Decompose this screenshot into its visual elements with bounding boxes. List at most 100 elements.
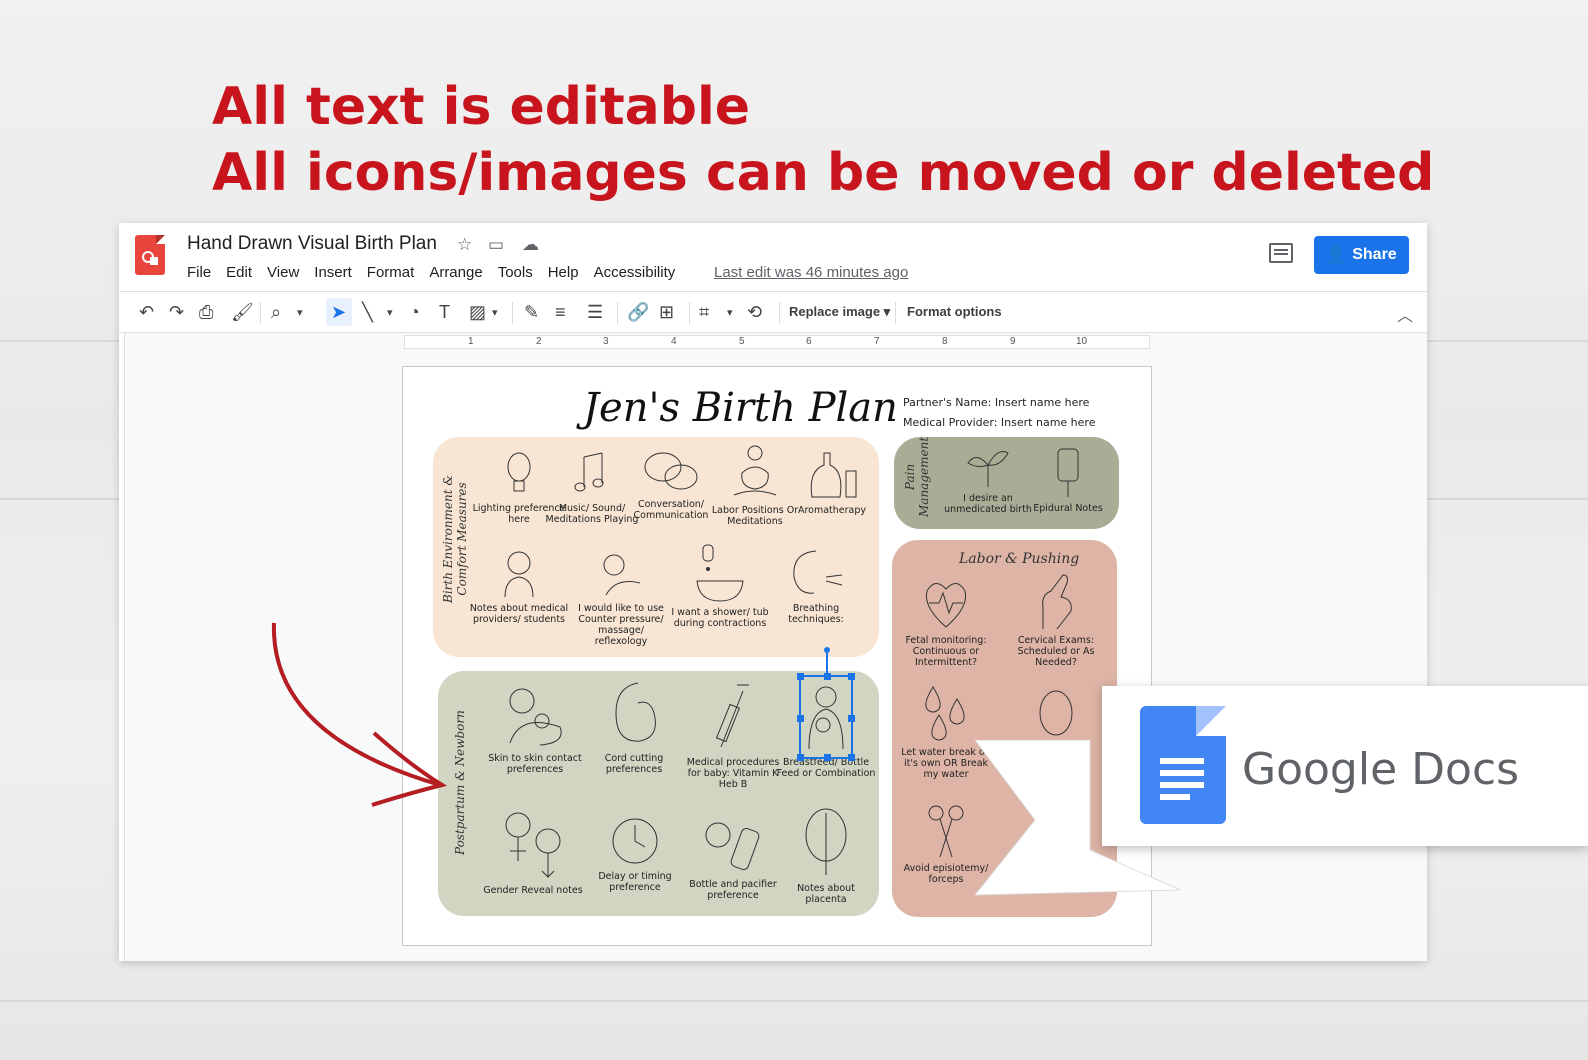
shape-tool-icon[interactable]: ◔ bbox=[409, 302, 420, 323]
select-arrow-icon[interactable]: ➤ bbox=[331, 302, 346, 323]
shower-tub-icon bbox=[696, 544, 744, 602]
link-icon[interactable]: 🔗 bbox=[627, 302, 649, 323]
person-icon: 👤 bbox=[1326, 247, 1347, 264]
text-box-icon[interactable]: T bbox=[439, 302, 450, 323]
toolbar: ↶ ↷ ⎙ 🖌 ⌕ ▾ ➤ ╲ ▾ ◔ T ▨ ▾ ✎ ≡ ☰ 🔗 ⊞ ⌗ ▾ … bbox=[119, 291, 1427, 333]
doc-title[interactable]: Hand Drawn Visual Birth Plan bbox=[187, 233, 437, 255]
redo-icon[interactable]: ↷ bbox=[169, 302, 184, 323]
toolbar-divider bbox=[779, 302, 780, 324]
crop-dropdown-icon[interactable]: ▾ bbox=[727, 306, 733, 319]
post-item-bottle-pacifier[interactable]: Bottle and pacifier preference bbox=[683, 813, 783, 901]
cloud-status-icon[interactable]: ☁ bbox=[522, 235, 539, 255]
line-tool-icon[interactable]: ╲ bbox=[362, 302, 373, 323]
zoom-dropdown-icon[interactable]: ▾ bbox=[297, 306, 303, 319]
medical-provider-text[interactable]: Medical Provider: Insert name here bbox=[903, 416, 1095, 429]
ruler-tick: 8 bbox=[942, 336, 948, 347]
env-item-counter-pressure[interactable]: I would like to use Counter pressure/ ma… bbox=[571, 547, 671, 647]
zoom-icon[interactable]: ⌕ bbox=[271, 302, 281, 323]
line-dropdown-icon[interactable]: ▾ bbox=[387, 306, 393, 319]
menu-insert[interactable]: Insert bbox=[314, 264, 352, 281]
labor-section-title[interactable]: Labor & Pushing bbox=[959, 551, 1079, 567]
env-item-breathing[interactable]: Breathing techniques: bbox=[766, 547, 866, 625]
env-item-aromatherapy[interactable]: Aromatherapy bbox=[782, 441, 882, 516]
background-grain bbox=[0, 1000, 1588, 1002]
pain-item-epidural[interactable]: Epidural Notes bbox=[1018, 447, 1118, 514]
post-item-cord-cutting[interactable]: Cord cutting preferences bbox=[584, 677, 684, 775]
resize-handle[interactable] bbox=[797, 715, 804, 722]
menu-file[interactable]: File bbox=[187, 264, 211, 281]
pain-section-label[interactable]: Pain Management bbox=[903, 437, 931, 517]
menu-accessibility[interactable]: Accessibility bbox=[594, 264, 676, 281]
ruler-tick: 2 bbox=[536, 336, 542, 347]
labor-item-cervical-exams[interactable]: Cervical Exams: Scheduled or As Needed? bbox=[1006, 571, 1106, 668]
last-edit-link[interactable]: Last edit was 46 minutes ago bbox=[714, 264, 908, 281]
toolbar-divider bbox=[689, 302, 690, 324]
border-weight-icon[interactable]: ≡ bbox=[555, 302, 566, 323]
border-dash-icon[interactable]: ☰ bbox=[587, 302, 603, 323]
format-options-button[interactable]: Format options bbox=[907, 304, 1002, 319]
env-item-medical-providers[interactable]: Notes about medical providers/ students bbox=[469, 547, 569, 625]
toolbar-divider bbox=[512, 302, 513, 324]
heart-monitor-icon bbox=[925, 583, 967, 628]
add-comment-icon[interactable]: ⊞ bbox=[659, 302, 674, 323]
item-label: Bottle and pacifier preference bbox=[689, 879, 777, 901]
post-item-delay-timing[interactable]: Delay or timing preference bbox=[585, 815, 685, 893]
slide-title[interactable]: Jen's Birth Plan bbox=[583, 385, 898, 431]
post-item-medical-procedures[interactable]: Medical procedures for baby: Vitamin K H… bbox=[683, 681, 783, 790]
menu-edit[interactable]: Edit bbox=[226, 264, 252, 281]
environment-section-label[interactable]: Birth Environment & Comfort Measures bbox=[441, 475, 469, 603]
toolbar-divider bbox=[260, 302, 261, 324]
placenta-icon bbox=[805, 808, 847, 875]
resize-handle[interactable] bbox=[824, 673, 831, 680]
item-label: Aromatherapy bbox=[797, 505, 867, 516]
pen-icon[interactable]: ✎ bbox=[524, 302, 539, 323]
header: Hand Drawn Visual Birth Plan ☆ ▭ ☁ File … bbox=[119, 223, 1427, 291]
undo-icon[interactable]: ↶ bbox=[139, 302, 154, 323]
toolbar-divider bbox=[617, 302, 618, 324]
item-label: Cord cutting preferences bbox=[604, 753, 664, 775]
star-icon[interactable]: ☆ bbox=[457, 235, 472, 255]
slides-logo-icon[interactable] bbox=[135, 235, 165, 275]
resize-handle[interactable] bbox=[848, 715, 855, 722]
share-button[interactable]: 👤 Share bbox=[1314, 236, 1409, 274]
diffuser-icon bbox=[810, 452, 857, 498]
resize-handle[interactable] bbox=[848, 673, 855, 680]
image-dropdown-icon[interactable]: ▾ bbox=[492, 306, 498, 319]
print-icon[interactable]: ⎙ bbox=[199, 302, 213, 323]
image-tool-icon[interactable]: ▨ bbox=[469, 302, 486, 323]
ruler-tick: 1 bbox=[468, 336, 474, 347]
reset-image-icon[interactable]: ⟲ bbox=[747, 302, 762, 323]
resize-handle[interactable] bbox=[824, 754, 831, 761]
water-drops-icon bbox=[925, 686, 965, 741]
image-selection-box[interactable] bbox=[797, 673, 855, 761]
env-item-shower[interactable]: I want a shower/ tub during contractions bbox=[670, 541, 770, 629]
item-label: Epidural Notes bbox=[1033, 503, 1103, 514]
post-item-placenta[interactable]: Notes about placenta bbox=[776, 805, 876, 905]
ruler-tick: 3 bbox=[603, 336, 609, 347]
ruler-tick: 4 bbox=[671, 336, 677, 347]
menu-arrange[interactable]: Arrange bbox=[429, 264, 482, 281]
paint-format-icon[interactable]: 🖌 bbox=[231, 302, 254, 323]
menu-format[interactable]: Format bbox=[367, 264, 415, 281]
item-label: Cervical Exams: Scheduled or As Needed? bbox=[1017, 635, 1095, 668]
collapse-toolbar-icon[interactable]: ︿ bbox=[1397, 302, 1413, 326]
move-folder-icon[interactable]: ▭ bbox=[488, 235, 504, 255]
vertical-ruler bbox=[119, 333, 125, 961]
menu-help[interactable]: Help bbox=[548, 264, 579, 281]
headline: All text is editable All icons/images ca… bbox=[212, 74, 1434, 206]
replace-image-button[interactable]: Replace image ▾ bbox=[789, 304, 890, 320]
menu-view[interactable]: View bbox=[267, 264, 299, 281]
resize-handle[interactable] bbox=[848, 754, 855, 761]
resize-handle[interactable] bbox=[797, 754, 804, 761]
comment-history-icon[interactable] bbox=[1269, 243, 1293, 263]
rotate-handle-line bbox=[826, 653, 828, 675]
partner-name-text[interactable]: Partner's Name: Insert name here bbox=[903, 396, 1089, 409]
labor-item-fetal-monitoring[interactable]: Fetal monitoring: Continuous or Intermit… bbox=[896, 575, 996, 668]
menu-tools[interactable]: Tools bbox=[498, 264, 533, 281]
crop-icon[interactable]: ⌗ bbox=[699, 302, 709, 323]
post-item-gender-reveal[interactable]: Gender Reveal notes bbox=[483, 807, 583, 896]
ruler-tick: 9 bbox=[1010, 336, 1016, 347]
resize-handle[interactable] bbox=[797, 673, 804, 680]
post-item-skin-to-skin[interactable]: Skin to skin contact preferences bbox=[485, 683, 585, 775]
menu-bar: File Edit View Insert Format Arrange Too… bbox=[187, 264, 690, 281]
